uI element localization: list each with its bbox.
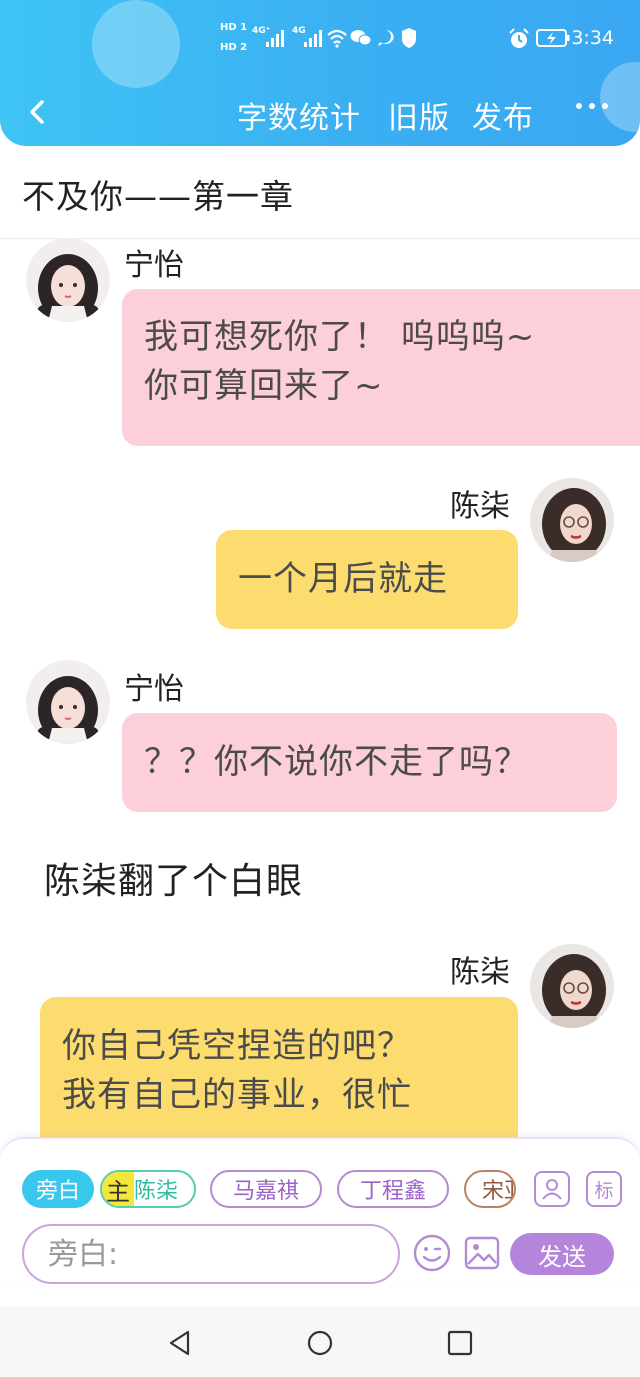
alarm-icon (509, 28, 529, 48)
battery-charging-icon (536, 29, 570, 47)
message-line: 我可想死你了！ 呜呜呜~ (144, 317, 536, 357)
wifi-icon (327, 29, 347, 48)
hd1-label: HD 1 (220, 22, 248, 33)
role-chip-label: 陈柒 (134, 1179, 179, 1204)
avatar-image (530, 478, 614, 562)
speaker-name: 宁怡 (124, 248, 184, 283)
avatar-image (26, 660, 110, 744)
compose-panel: 旁白 主 陈柒 马嘉祺 丁程鑫 宋亚轩 标 (0, 1137, 640, 1285)
emoji-button[interactable] (412, 1233, 452, 1273)
main-role-tag: 主 (102, 1172, 134, 1206)
avatar-chenqi[interactable] (530, 478, 614, 562)
clock: 3:34 (571, 27, 614, 49)
message-input-field[interactable] (22, 1224, 400, 1284)
role-chip[interactable]: 马嘉祺 (210, 1170, 322, 1208)
message-bubble[interactable]: 你自己凭空捏造的吧？ 我有自己的事业，很忙 (40, 997, 518, 1157)
message-line: 你自己凭空捏造的吧？ (62, 1026, 412, 1066)
hd2-label: HD 2 (220, 42, 248, 53)
message-line: 我有自己的事业，很忙 (62, 1075, 412, 1115)
speaker-name: 陈柒 (450, 955, 510, 990)
message-bubble[interactable]: 一个月后就走 (216, 530, 518, 629)
home-circle-icon[interactable] (306, 1329, 334, 1357)
send-button[interactable]: 发送 (510, 1233, 614, 1275)
more-button[interactable] (576, 96, 616, 116)
role-chip[interactable]: 宋亚轩 (464, 1170, 516, 1208)
avatar-ningyi[interactable] (26, 238, 110, 322)
speaker-name: 陈柒 (450, 489, 510, 524)
system-nav-bar (0, 1307, 640, 1377)
narration-text[interactable]: 陈柒翻了个白眼 (44, 852, 303, 904)
top-nav: 字数统计 旧版 发布 (0, 84, 640, 144)
avatar-image (530, 944, 614, 1028)
avatar-image (26, 238, 110, 322)
shield-app-icon (402, 28, 416, 48)
divider (0, 238, 640, 239)
message-bubble[interactable]: ？？你不说你不走了吗？ (122, 713, 617, 812)
more-horizontal-icon (576, 103, 582, 109)
role-chip-main[interactable]: 主 陈柒 (100, 1170, 196, 1208)
tag-button[interactable]: 标 (586, 1171, 622, 1207)
message-line: ？？你不说你不走了吗？ (144, 742, 529, 782)
recents-square-icon[interactable] (446, 1329, 474, 1357)
role-chip-narration[interactable]: 旁白 (22, 1170, 94, 1208)
avatar-chenqi[interactable] (530, 944, 614, 1028)
chevron-left-icon (30, 100, 44, 124)
word-count-button[interactable]: 字数统计 (237, 93, 361, 137)
signal-1-icon (266, 30, 284, 47)
message-line: 一个月后就走 (238, 559, 448, 599)
status-bar: HD 1 HD 2 4G⁺ 4G 3:34 (0, 18, 640, 62)
add-character-button[interactable] (534, 1171, 570, 1207)
image-icon (464, 1236, 500, 1270)
add-person-icon (542, 1179, 562, 1200)
header: HD 1 HD 2 4G⁺ 4G 3:34 字数统计 旧版 发布 (0, 0, 640, 146)
message-icon (378, 30, 394, 46)
wechat-icon (350, 30, 372, 46)
old-version-button[interactable]: 旧版 (388, 93, 450, 137)
message-input[interactable] (48, 1236, 378, 1272)
app-root: HD 1 HD 2 4G⁺ 4G 3:34 字数统计 旧版 发布 不及你——第一… (0, 0, 640, 1377)
chapter-title[interactable]: 不及你——第一章 (22, 170, 294, 218)
speaker-name: 宁怡 (124, 672, 184, 707)
publish-button[interactable]: 发布 (472, 93, 534, 137)
back-button[interactable] (18, 92, 58, 132)
avatar-ningyi[interactable] (26, 660, 110, 744)
signal-2-icon (304, 30, 322, 47)
emoji-wink-icon (413, 1234, 451, 1272)
role-chip[interactable]: 丁程鑫 (337, 1170, 449, 1208)
back-triangle-icon[interactable] (166, 1329, 194, 1357)
message-line: 你可算回来了~ (144, 366, 384, 406)
message-bubble[interactable]: 我可想死你了！ 呜呜呜~ 你可算回来了~ (122, 289, 640, 446)
image-button[interactable] (462, 1233, 502, 1273)
